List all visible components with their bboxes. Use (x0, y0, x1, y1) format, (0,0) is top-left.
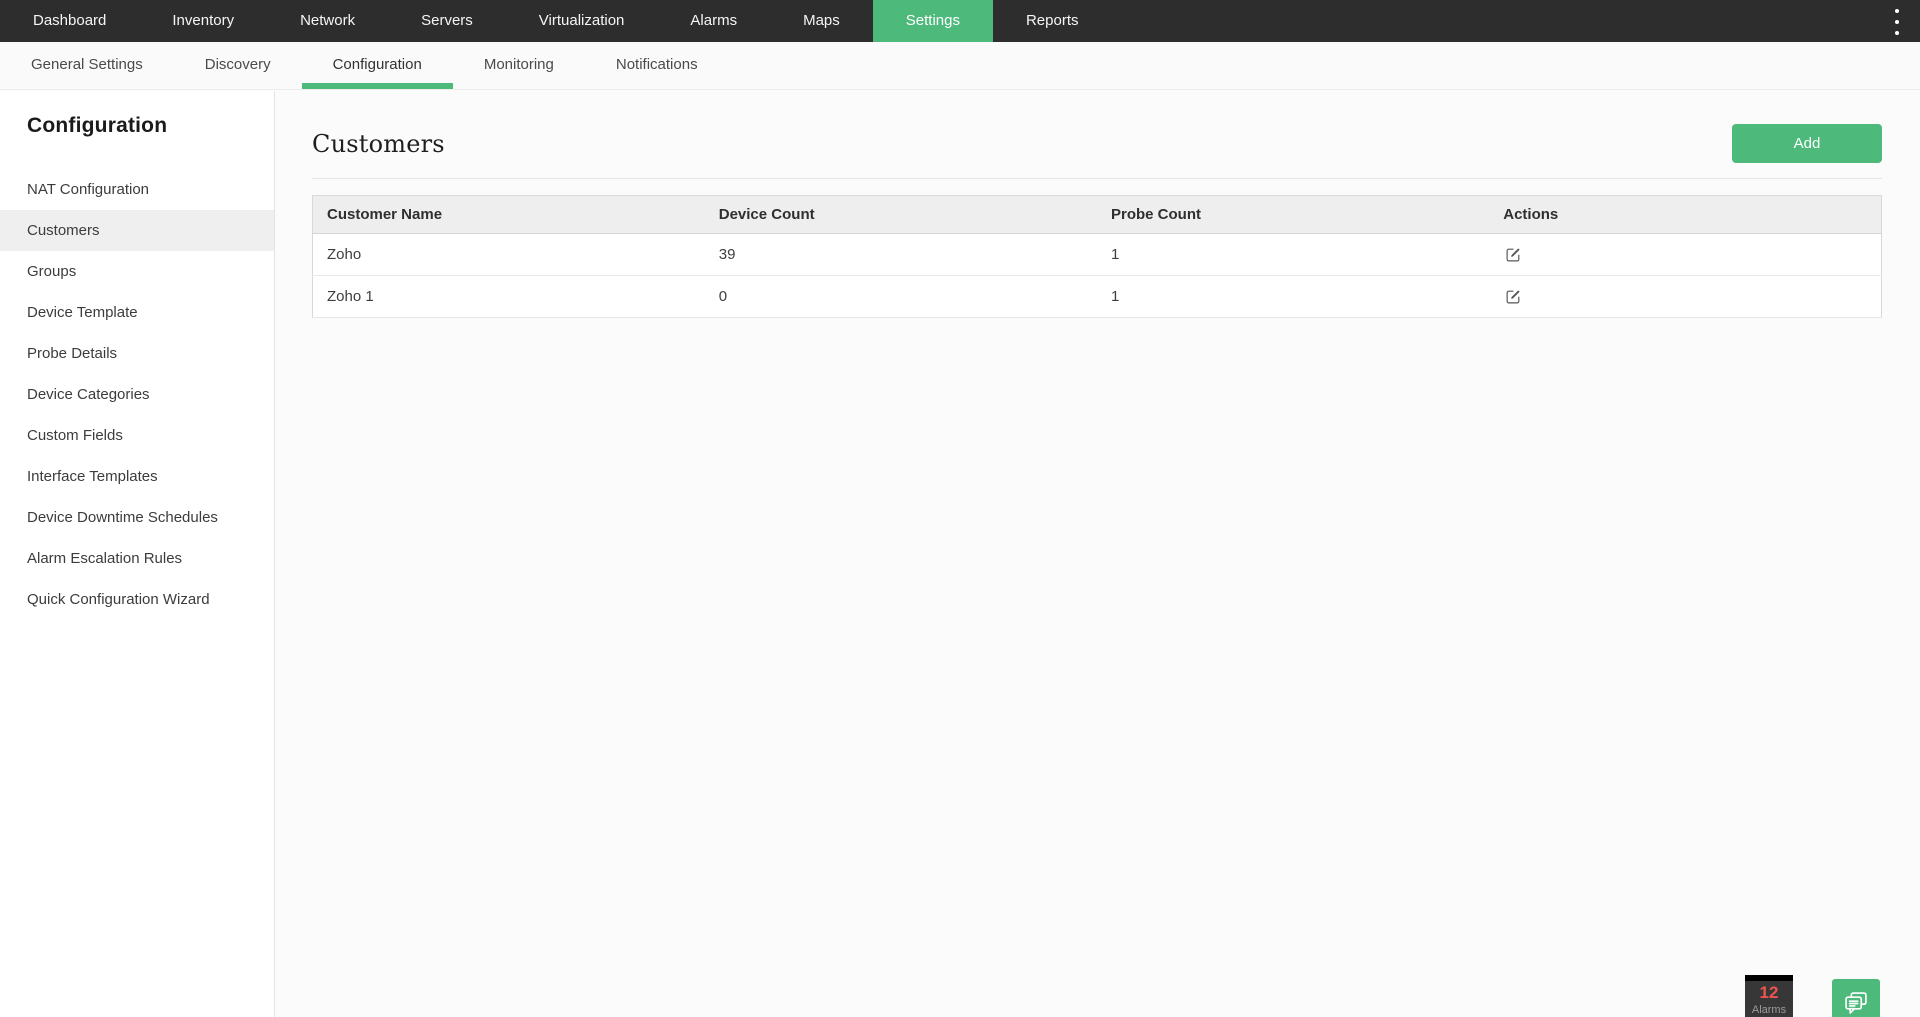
cell-actions (1489, 276, 1881, 318)
customers-panel: Customers Add Customer Name Device Count… (275, 91, 1920, 1017)
edit-icon[interactable] (1503, 287, 1523, 307)
nav-item-servers[interactable]: Servers (388, 0, 506, 42)
top-nav-list: Dashboard Inventory Network Servers Virt… (0, 0, 1112, 42)
add-customer-button[interactable]: Add (1732, 124, 1882, 163)
sidebar-item-nat-configuration[interactable]: NAT Configuration (0, 169, 274, 210)
sidebar-item-custom-fields[interactable]: Custom Fields (0, 415, 274, 456)
nav-item-maps[interactable]: Maps (770, 0, 873, 42)
customers-table: Customer Name Device Count Probe Count A… (312, 195, 1882, 318)
nav-item-settings[interactable]: Settings (872, 0, 993, 42)
sidebar-item-quick-configuration-wizard[interactable]: Quick Configuration Wizard (0, 579, 274, 620)
settings-sub-navigation: General Settings Discovery Configuration… (0, 42, 1920, 90)
alarm-label: Alarms (1751, 1004, 1787, 1016)
table-row: Zoho 39 1 (312, 234, 1882, 276)
sidebar-title: Configuration (27, 114, 168, 137)
nav-item-virtualization[interactable]: Virtualization (506, 0, 658, 42)
subtab-discovery[interactable]: Discovery (174, 42, 302, 89)
chat-widget[interactable] (1832, 979, 1880, 1017)
sidebar-item-interface-templates[interactable]: Interface Templates (0, 456, 274, 497)
table-row: Zoho 1 0 1 (312, 276, 1882, 318)
sidebar-item-device-downtime-schedules[interactable]: Device Downtime Schedules (0, 497, 274, 538)
nav-item-alarms[interactable]: Alarms (657, 0, 770, 42)
alarm-count-badge: 12 (1759, 983, 1779, 1002)
configuration-sidebar: Configuration NAT Configuration Customer… (0, 91, 275, 1017)
table-header-row: Customer Name Device Count Probe Count A… (312, 195, 1882, 234)
column-probe-count: Probe Count (1097, 195, 1490, 234)
subtab-notifications[interactable]: Notifications (585, 42, 729, 89)
sidebar-item-customers[interactable]: Customers (0, 210, 274, 251)
column-customer-name: Customer Name (312, 195, 705, 234)
cell-probe-count: 1 (1111, 246, 1120, 263)
alarms-widget[interactable]: 12 Alarms (1745, 975, 1793, 1017)
sidebar-item-probe-details[interactable]: Probe Details (0, 333, 274, 374)
cell-probe-count: 1 (1111, 288, 1120, 305)
sidebar-item-device-template[interactable]: Device Template (0, 292, 274, 333)
nav-item-network[interactable]: Network (267, 0, 388, 42)
sidebar-list: NAT Configuration Customers Groups Devic… (0, 169, 274, 620)
page-title: Customers (312, 129, 445, 158)
subtab-configuration[interactable]: Configuration (301, 42, 454, 89)
cell-customer-name: Zoho 1 (327, 288, 374, 305)
top-navigation: Dashboard Inventory Network Servers Virt… (0, 0, 1920, 42)
nav-item-reports[interactable]: Reports (993, 0, 1112, 42)
cell-device-count: 0 (718, 288, 728, 305)
column-device-count: Device Count (704, 195, 1097, 234)
cell-customer-name: Zoho (327, 246, 362, 263)
column-actions: Actions (1489, 195, 1882, 234)
title-divider (312, 178, 1882, 179)
cell-device-count: 39 (718, 246, 736, 263)
sidebar-item-groups[interactable]: Groups (0, 251, 274, 292)
sidebar-item-device-categories[interactable]: Device Categories (0, 374, 274, 415)
subtab-general-settings[interactable]: General Settings (0, 42, 174, 89)
sidebar-item-alarm-escalation-rules[interactable]: Alarm Escalation Rules (0, 538, 274, 579)
nav-item-dashboard[interactable]: Dashboard (0, 0, 139, 42)
nav-item-inventory[interactable]: Inventory (139, 0, 267, 42)
cell-actions (1489, 234, 1881, 276)
kebab-menu-icon[interactable] (1890, 9, 1904, 35)
sub-nav-list: General Settings Discovery Configuration… (0, 42, 729, 89)
chat-bubbles-icon (1842, 989, 1870, 1017)
edit-icon[interactable] (1503, 245, 1523, 265)
subtab-monitoring[interactable]: Monitoring (453, 42, 585, 89)
